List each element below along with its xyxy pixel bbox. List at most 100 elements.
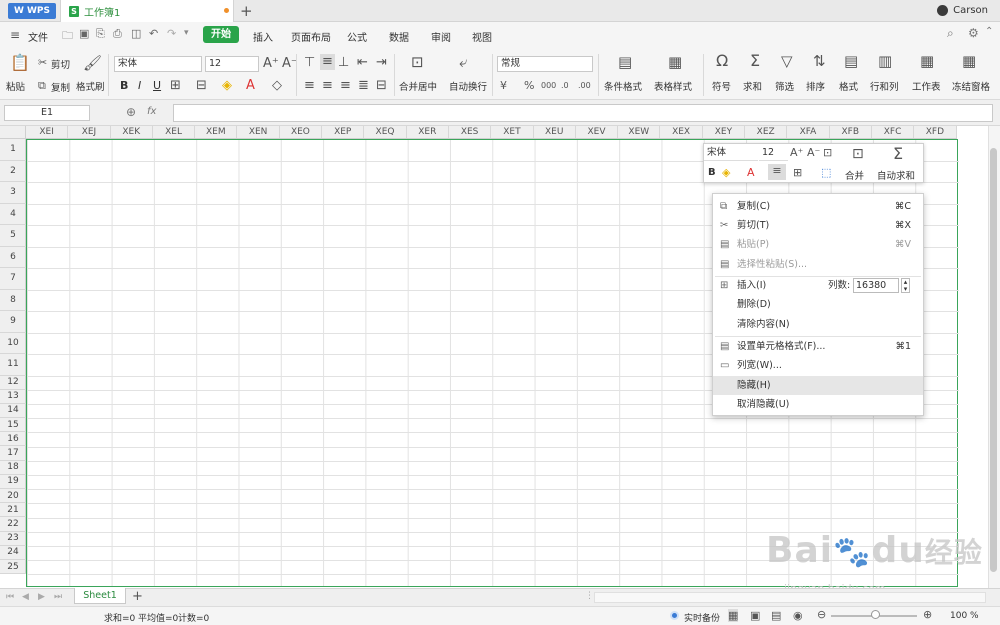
column-header[interactable]: XEK	[111, 126, 153, 138]
select-all-corner[interactable]	[0, 126, 26, 139]
column-header[interactable]: XET	[491, 126, 534, 138]
format-brush-icon[interactable]: ⬚	[821, 166, 831, 179]
row-header[interactable]: 20	[0, 489, 26, 504]
column-count-input[interactable]: 16380	[853, 278, 899, 293]
user-account[interactable]: Carson	[937, 5, 988, 16]
row-header[interactable]: 16	[0, 432, 26, 447]
file-menu[interactable]: 文件	[28, 29, 48, 44]
sort-button[interactable]: 排序	[806, 79, 825, 93]
first-sheet-icon[interactable]: ⏮	[6, 592, 14, 602]
font-size-select[interactable]: 12	[205, 56, 259, 72]
cell-style-icon[interactable]: ⊟	[196, 79, 207, 93]
column-header[interactable]: XFB	[830, 126, 872, 138]
rows-columns-icon[interactable]: ▥	[878, 54, 892, 69]
menu-item-paste-special[interactable]: ▤ 选择性粘贴(S)...	[713, 255, 923, 274]
prev-sheet-icon[interactable]: ◀	[22, 592, 29, 602]
mini-autosum-button[interactable]: 自动求和	[877, 168, 915, 182]
normal-view-icon[interactable]: ▦	[728, 609, 739, 622]
italic-button[interactable]: I	[138, 79, 141, 92]
font-grow-icon[interactable]: A⁺	[263, 57, 279, 71]
wrap-text-button[interactable]: 自动换行	[449, 79, 487, 93]
align-icon[interactable]: ≡	[768, 164, 786, 180]
font-color-icon[interactable]: A	[747, 166, 755, 179]
symbol-button[interactable]: 符号	[712, 79, 731, 93]
zoom-level[interactable]: 100 %	[950, 611, 979, 621]
row-header[interactable]: 25	[0, 560, 26, 575]
decrease-decimal-icon[interactable]: .00	[578, 79, 591, 93]
row-header[interactable]: 15	[0, 418, 26, 433]
indent-decrease-icon[interactable]: ⇤	[357, 56, 368, 70]
table-style-button[interactable]: 表格样式	[654, 79, 692, 93]
menu-item-cut[interactable]: ✂ 剪切(T) ⌘X	[713, 216, 923, 235]
zoom-formula-icon[interactable]: ⊕	[126, 105, 136, 119]
filter-icon[interactable]: ▽	[781, 54, 793, 69]
undo-icon[interactable]: ↶	[149, 27, 158, 40]
sort-icon[interactable]: ⇅	[813, 54, 826, 69]
format-painter-icon[interactable]: 🖌	[83, 56, 102, 71]
mini-merge-button[interactable]: 合并	[845, 168, 864, 182]
row-header[interactable]: 1	[0, 139, 26, 161]
row-header[interactable]: 6	[0, 247, 26, 268]
vertical-scroll-thumb[interactable]	[990, 148, 997, 572]
tab-data[interactable]: 数据	[389, 29, 409, 44]
tab-insert[interactable]: 插入	[253, 29, 273, 44]
row-header[interactable]: 13	[0, 390, 26, 404]
column-header[interactable]: XEL	[153, 126, 196, 138]
row-header[interactable]: 12	[0, 376, 26, 390]
collapse-ribbon-icon[interactable]: ⌃	[985, 26, 993, 37]
wrap-text-icon[interactable]: ⤶	[459, 55, 467, 70]
column-header[interactable]: XEM	[195, 126, 238, 138]
row-header[interactable]: 8	[0, 290, 26, 311]
merge-icon[interactable]: ⊡	[852, 146, 864, 162]
paste-label[interactable]: 粘贴	[6, 79, 25, 93]
freeze-panes-button[interactable]: 冻结窗格	[952, 79, 990, 93]
open-icon[interactable]: 🗀	[62, 27, 73, 46]
format-painter-button[interactable]: 格式刷	[76, 79, 105, 93]
cut-icon[interactable]: ✂	[38, 56, 47, 70]
settings-icon[interactable]: ⚙	[968, 26, 979, 40]
sheet-tab-sheet1[interactable]: Sheet1	[74, 588, 126, 604]
row-header[interactable]: 24	[0, 546, 26, 560]
chevron-down-icon[interactable]: ▾	[184, 28, 189, 38]
last-sheet-icon[interactable]: ⏭	[54, 592, 62, 602]
column-header[interactable]: XEZ	[745, 126, 788, 138]
align-right-icon[interactable]: ≡	[340, 79, 351, 93]
worksheet-icon[interactable]: ▦	[920, 54, 934, 69]
new-tab-button[interactable]: +	[240, 2, 253, 20]
mini-font-select[interactable]: 宋体	[704, 146, 758, 161]
redo-icon[interactable]: ↷	[167, 27, 176, 40]
paste-icon[interactable]: 📋	[10, 55, 30, 71]
document-tab[interactable]: S 工作簿1	[60, 0, 234, 22]
increase-decimal-icon[interactable]: .0	[561, 79, 569, 93]
tab-page-layout[interactable]: 页面布局	[291, 29, 331, 44]
page-break-view-icon[interactable]: ▤	[771, 609, 781, 622]
number-format-select[interactable]: 常规	[497, 56, 593, 72]
mini-font-size-select[interactable]: 12	[759, 146, 788, 161]
menu-item-copy[interactable]: ⧉ 复制(C) ⌘C	[713, 197, 923, 216]
column-header[interactable]: XEO	[280, 126, 323, 138]
column-header[interactable]: XEP	[322, 126, 365, 138]
row-header[interactable]: 17	[0, 446, 26, 461]
font-select[interactable]: 宋体	[114, 56, 202, 72]
menu-item-insert[interactable]: ⊞ 插入(I) 列数: 16380 ▴ ▾	[713, 276, 923, 295]
row-header[interactable]: 7	[0, 268, 26, 290]
font-shrink-icon[interactable]: A⁻	[807, 146, 820, 159]
column-header[interactable]: XEY	[703, 126, 746, 138]
column-header[interactable]: XEW	[618, 126, 661, 138]
fill-color-icon[interactable]: ◈	[222, 79, 232, 93]
conditional-format-button[interactable]: 条件格式	[604, 79, 642, 93]
column-header[interactable]: XEN	[237, 126, 280, 138]
bold-button[interactable]: B	[120, 79, 128, 92]
column-header[interactable]: XEQ	[364, 126, 407, 138]
align-bottom-icon[interactable]: ⊥	[338, 56, 349, 70]
add-sheet-button[interactable]: +	[132, 589, 143, 604]
reading-mode-icon[interactable]: ◉	[793, 609, 803, 622]
sum-icon[interactable]: Σ	[893, 144, 903, 163]
export-icon[interactable]: ⎘	[96, 27, 105, 41]
column-header[interactable]: XFA	[787, 126, 830, 138]
column-header[interactable]: XER	[407, 126, 449, 138]
sum-button[interactable]: 求和	[743, 79, 762, 93]
justify-icon[interactable]: ≣	[358, 79, 369, 93]
table-style-icon[interactable]: ▦	[668, 55, 682, 70]
copy-button[interactable]: 复制	[51, 80, 70, 94]
